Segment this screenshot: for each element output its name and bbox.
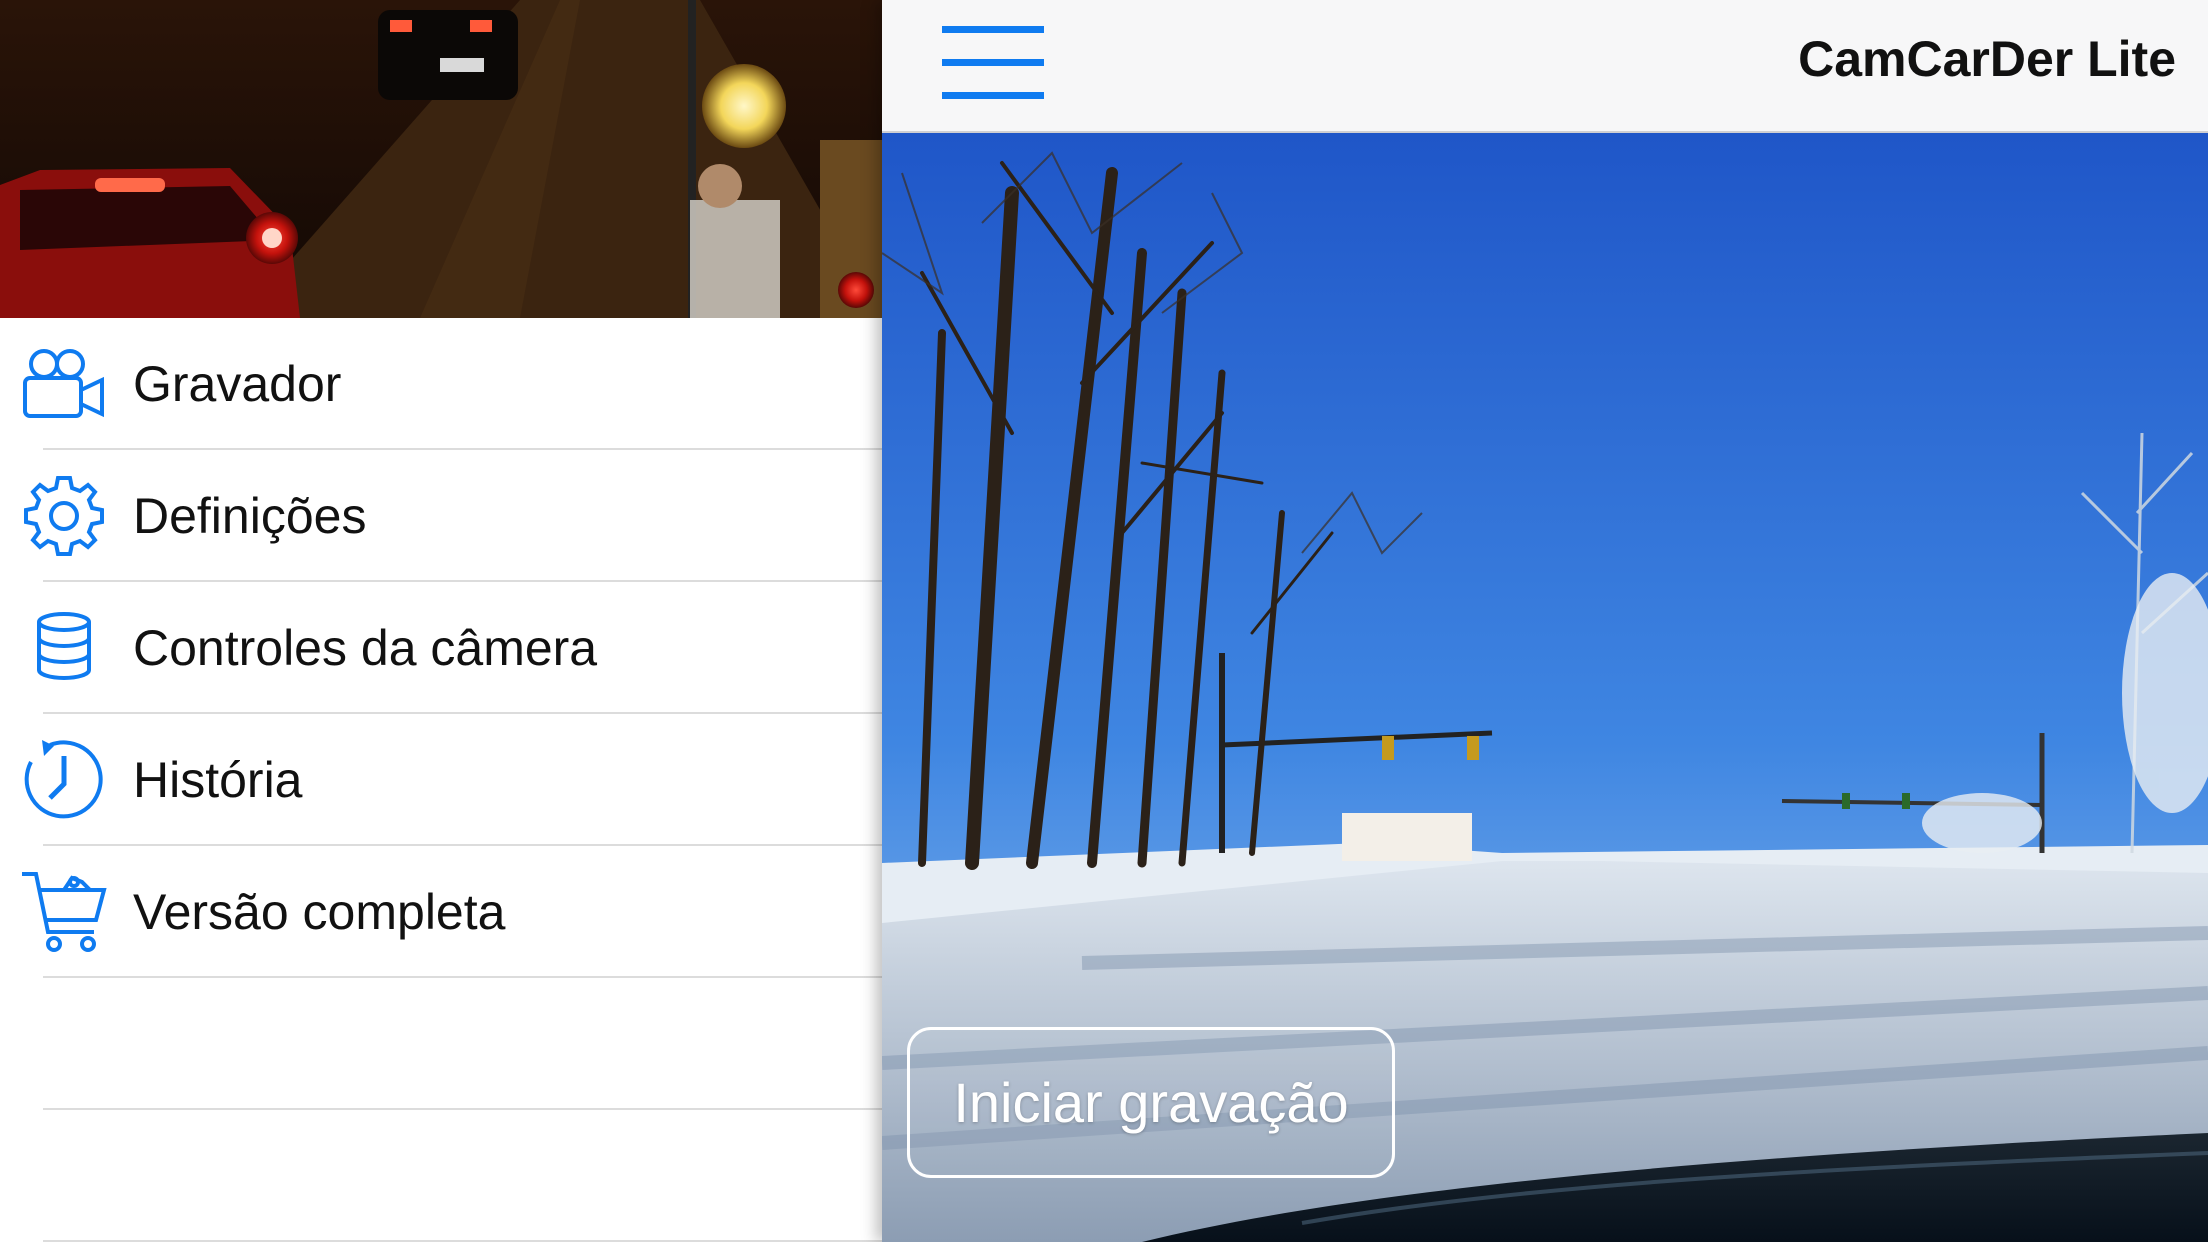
menu-item-definicoes[interactable]: Definições (0, 450, 882, 582)
drawer-header-photo (0, 0, 882, 318)
hamburger-menu-icon[interactable] (942, 26, 1044, 100)
app-title: CamCarDer Lite (1798, 31, 2176, 87)
clock-history-icon (20, 736, 108, 824)
menu-separator (43, 976, 882, 978)
lens-stack-icon (20, 604, 108, 692)
start-recording-button[interactable]: Iniciar gravação (907, 1027, 1395, 1178)
shopping-cart-icon (20, 868, 108, 956)
camera-preview: Iniciar gravação (882, 133, 2208, 1242)
gear-icon (20, 472, 108, 560)
menu-item-gravador[interactable]: Gravador (0, 318, 882, 450)
menu-item-label: Gravador (133, 356, 342, 412)
menu-item-label: História (133, 752, 303, 808)
menu-separator (43, 1108, 882, 1110)
video-camera-icon (20, 340, 108, 428)
menu-item-versao-completa[interactable]: Versão completa (0, 846, 882, 978)
menu-item-controles-camera[interactable]: Controles da câmera (0, 582, 882, 714)
side-menu-drawer: Gravador Definições Controles da câmera (0, 0, 882, 1242)
menu-item-label: Definições (133, 488, 367, 544)
menu-item-historia[interactable]: História (0, 714, 882, 846)
start-recording-label: Iniciar gravação (953, 1071, 1349, 1134)
menu-item-label: Versão completa (133, 884, 506, 940)
menu-item-label: Controles da câmera (133, 620, 598, 676)
navigation-bar: CamCarDer Lite (882, 0, 2208, 133)
main-view: CamCarDer Lite Iniciar gravação (882, 0, 2208, 1242)
